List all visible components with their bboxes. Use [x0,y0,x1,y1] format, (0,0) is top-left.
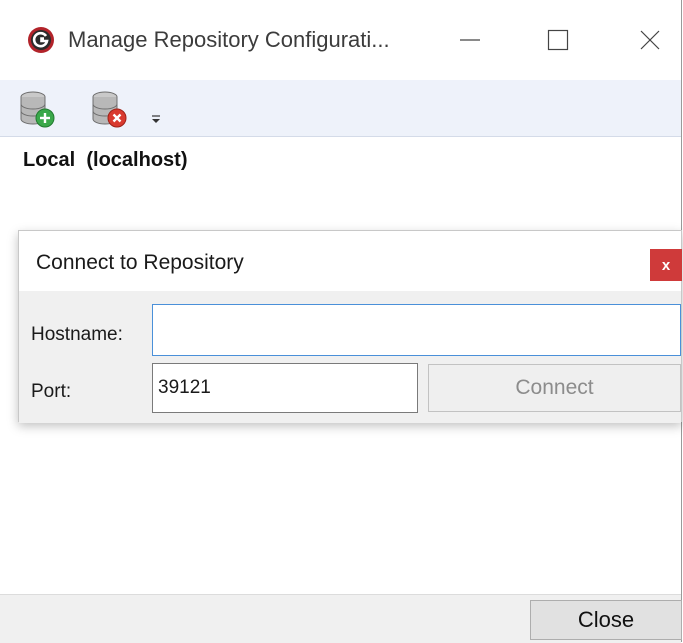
database-add-icon [20,91,55,128]
close-button[interactable]: Close [530,600,682,640]
toolbar-overflow-button[interactable] [148,110,164,130]
manage-repository-window: Manage Repository Configurati... Local (… [0,0,682,643]
database-remove-icon [92,91,127,128]
hostname-input[interactable] [152,304,681,356]
window-title: Manage Repository Configurati... [68,27,390,52]
toolbar [0,80,681,137]
repository-list-item[interactable]: Local (localhost) [23,149,188,172]
maximize-button[interactable] [528,15,588,65]
remove-repository-button[interactable] [88,88,130,130]
close-window-button[interactable] [620,15,680,65]
dialog-header: Connect to Repository x [19,231,682,291]
minimize-icon [460,39,480,41]
dialog-title: Connect to Repository [36,251,244,274]
title-bar[interactable]: Manage Repository Configurati... [0,0,681,80]
repository-name: Local [23,149,76,171]
minimize-button[interactable] [440,15,500,65]
repository-host: (localhost) [86,149,188,171]
port-label: Port: [31,381,72,402]
hostname-label: Hostname: [31,324,123,345]
close-icon [640,30,660,50]
connect-dialog: Connect to Repository x Hostname: Port: … [18,230,682,423]
maximize-icon [547,29,569,51]
port-input[interactable] [152,363,418,413]
add-repository-button[interactable] [16,88,58,130]
dialog-close-button[interactable]: x [650,249,682,281]
footer-bar: Close [0,594,682,643]
dialog-body: Hostname: Port: Connect [19,291,681,423]
overflow-chevron-icon [152,115,160,123]
app-logo-icon [28,27,54,53]
connect-button[interactable]: Connect [428,364,681,412]
